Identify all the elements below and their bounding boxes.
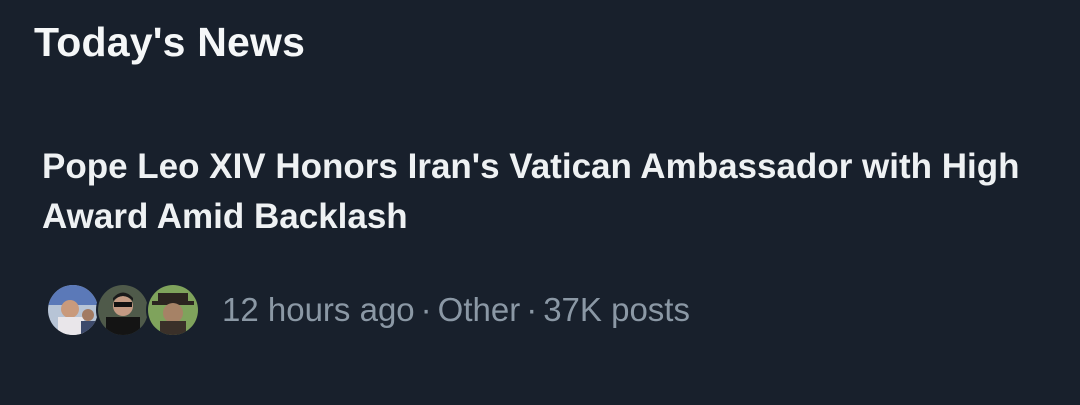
news-category: Other bbox=[437, 291, 521, 328]
news-meta: 12 hours ago · Other · 37K posts bbox=[46, 280, 690, 340]
meta-text: 12 hours ago · Other · 37K posts bbox=[222, 291, 690, 329]
news-item[interactable]: Pope Leo XIV Honors Iran's Vatican Ambas… bbox=[0, 130, 1080, 360]
news-headline: Pope Leo XIV Honors Iran's Vatican Ambas… bbox=[42, 147, 1020, 236]
news-time: 12 hours ago bbox=[222, 291, 415, 328]
section-title: Today's News bbox=[34, 19, 306, 65]
avatar bbox=[46, 283, 100, 337]
meta-separator: · bbox=[526, 291, 538, 328]
avatar bbox=[146, 283, 200, 337]
post-count: 37K posts bbox=[543, 291, 690, 328]
meta-separator: · bbox=[420, 291, 432, 328]
avatar-stack bbox=[46, 281, 200, 339]
avatar bbox=[96, 283, 150, 337]
